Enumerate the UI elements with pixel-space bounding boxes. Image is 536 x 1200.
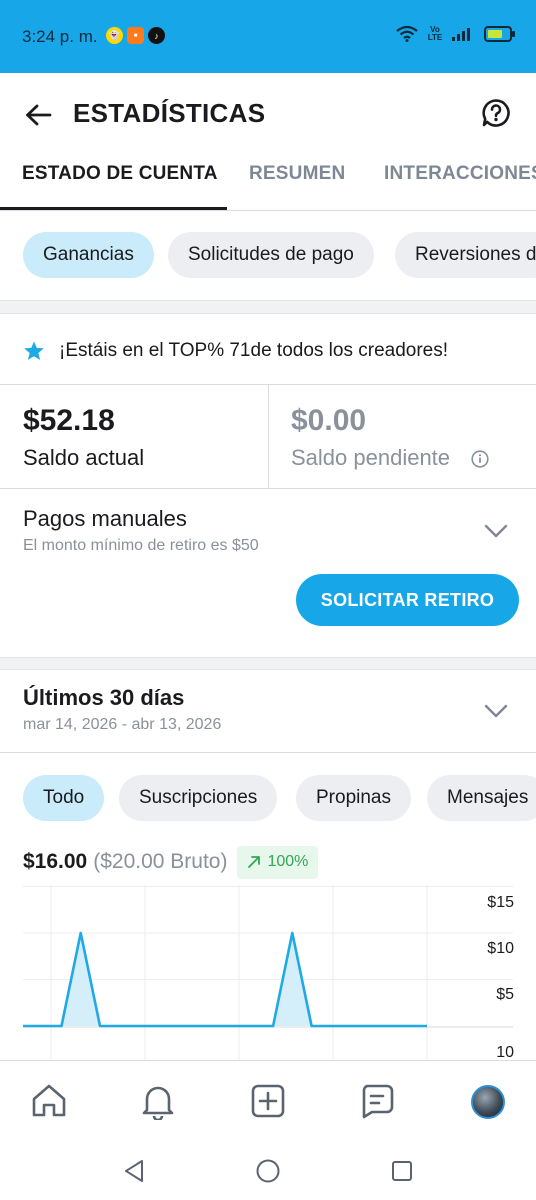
star-icon bbox=[24, 341, 44, 360]
nav-home[interactable] bbox=[29, 1081, 69, 1121]
balance-section: $52.18 Saldo actual $0.00 Saldo pendient… bbox=[0, 385, 536, 489]
tab-bar: ESTADO DE CUENTA RESUMEN INTERACCIONES bbox=[0, 153, 536, 211]
section-divider bbox=[0, 300, 536, 314]
nav-messages[interactable] bbox=[357, 1081, 397, 1121]
help-circle-icon bbox=[482, 99, 510, 127]
back-button[interactable] bbox=[22, 99, 54, 131]
home-icon bbox=[32, 1084, 66, 1117]
tab-interacciones[interactable]: INTERACCIONES bbox=[384, 163, 536, 185]
tab-active-indicator bbox=[0, 207, 227, 210]
earnings-totals: $16.00 ($20.00 Bruto) 100% bbox=[23, 845, 319, 879]
chip-mensajes[interactable]: Mensajes bbox=[427, 775, 536, 821]
nav-create[interactable] bbox=[248, 1081, 288, 1121]
expand-payouts-button[interactable] bbox=[482, 517, 510, 545]
current-balance-amount: $52.18 bbox=[23, 404, 115, 437]
y-tick-label: $5 bbox=[496, 986, 514, 1003]
chevron-down-icon bbox=[484, 704, 508, 718]
current-balance-label: Saldo actual bbox=[23, 445, 145, 470]
snapchat-icon: 👻 bbox=[106, 27, 123, 44]
tab-resumen[interactable]: RESUMEN bbox=[249, 163, 345, 185]
status-notification-icons: 👻 ■ ♪ bbox=[106, 27, 165, 44]
home-circle-icon bbox=[256, 1159, 280, 1183]
system-recents-button[interactable] bbox=[389, 1158, 415, 1184]
manual-payouts-subtitle: El monto mínimo de retiro es $50 bbox=[23, 537, 259, 554]
growth-value: 100% bbox=[267, 853, 309, 870]
expand-period-button[interactable] bbox=[482, 697, 510, 725]
request-withdrawal-button[interactable]: SOLICITAR RETIRO bbox=[296, 574, 519, 626]
period-title: Últimos 30 días bbox=[23, 685, 185, 710]
battery-icon bbox=[484, 25, 515, 42]
manual-payouts-section: Pagos manuales El monto mínimo de retiro… bbox=[0, 489, 536, 657]
messages-icon bbox=[362, 1084, 394, 1119]
status-time: 3:24 p. m. bbox=[22, 27, 98, 46]
gross-earnings: ($20.00 Bruto) bbox=[93, 850, 228, 873]
app-notification-icon: ■ bbox=[127, 27, 144, 44]
ranking-text: ¡Estáis en el TOP% 71de todos los creado… bbox=[59, 340, 449, 361]
earnings-chart: $15 $10 $5 10 bbox=[0, 885, 536, 1061]
bell-icon bbox=[142, 1086, 174, 1120]
period-selector[interactable]: Últimos 30 días mar 14, 2026 - abr 13, 2… bbox=[0, 669, 536, 753]
nav-notifications[interactable] bbox=[138, 1081, 178, 1121]
volte-indicator: Vo LTE bbox=[427, 24, 443, 42]
balance-separator bbox=[268, 385, 269, 489]
y-tick-label: $10 bbox=[487, 940, 514, 957]
system-navigation-bar bbox=[0, 1140, 536, 1200]
status-right-icons: Vo LTE bbox=[396, 25, 516, 42]
pending-balance-amount: $0.00 bbox=[291, 404, 367, 437]
tab-estado-de-cuenta[interactable]: ESTADO DE CUENTA bbox=[22, 163, 218, 185]
tiktok-icon: ♪ bbox=[148, 27, 165, 44]
manual-payouts-title: Pagos manuales bbox=[23, 506, 187, 531]
system-home-button[interactable] bbox=[255, 1158, 281, 1184]
ranking-banner: ¡Estáis en el TOP% 71de todos los creado… bbox=[0, 313, 536, 385]
arrow-left-icon bbox=[26, 104, 52, 126]
back-triangle-icon bbox=[125, 1160, 143, 1182]
chip-solicitudes-de-pago[interactable]: Solicitudes de pago bbox=[168, 232, 374, 278]
page-title: ESTADÍSTICAS bbox=[73, 98, 266, 128]
app-bar: ESTADÍSTICAS bbox=[0, 73, 536, 153]
info-icon[interactable] bbox=[471, 450, 489, 468]
chip-ganancias[interactable]: Ganancias bbox=[23, 232, 154, 278]
pending-balance-label: Saldo pendiente bbox=[291, 445, 451, 470]
recents-square-icon bbox=[392, 1161, 412, 1181]
chip-propinas[interactable]: Propinas bbox=[296, 775, 411, 821]
help-button[interactable] bbox=[480, 97, 512, 129]
chip-todo[interactable]: Todo bbox=[23, 775, 105, 821]
system-back-button[interactable] bbox=[121, 1158, 147, 1184]
net-earnings: $16.00 bbox=[23, 850, 88, 873]
growth-badge: 100% bbox=[237, 845, 319, 879]
chip-suscripciones[interactable]: Suscripciones bbox=[119, 775, 278, 821]
bottom-navigation bbox=[0, 1060, 536, 1140]
wifi-icon bbox=[396, 25, 418, 42]
chevron-down-icon bbox=[484, 524, 508, 538]
y-tick-label: $15 bbox=[487, 894, 514, 911]
profile-avatar[interactable] bbox=[471, 1085, 505, 1119]
add-square-icon bbox=[251, 1084, 285, 1118]
status-bar: 3:24 p. m. 👻 ■ ♪ Vo LTE bbox=[0, 0, 536, 73]
earnings-chart-svg bbox=[22, 885, 513, 1060]
signal-icon bbox=[452, 27, 470, 41]
trend-up-icon bbox=[248, 856, 261, 868]
period-date-range: mar 14, 2026 - abr 13, 2026 bbox=[23, 716, 222, 733]
chip-reversiones[interactable]: Reversiones de bbox=[395, 232, 536, 278]
